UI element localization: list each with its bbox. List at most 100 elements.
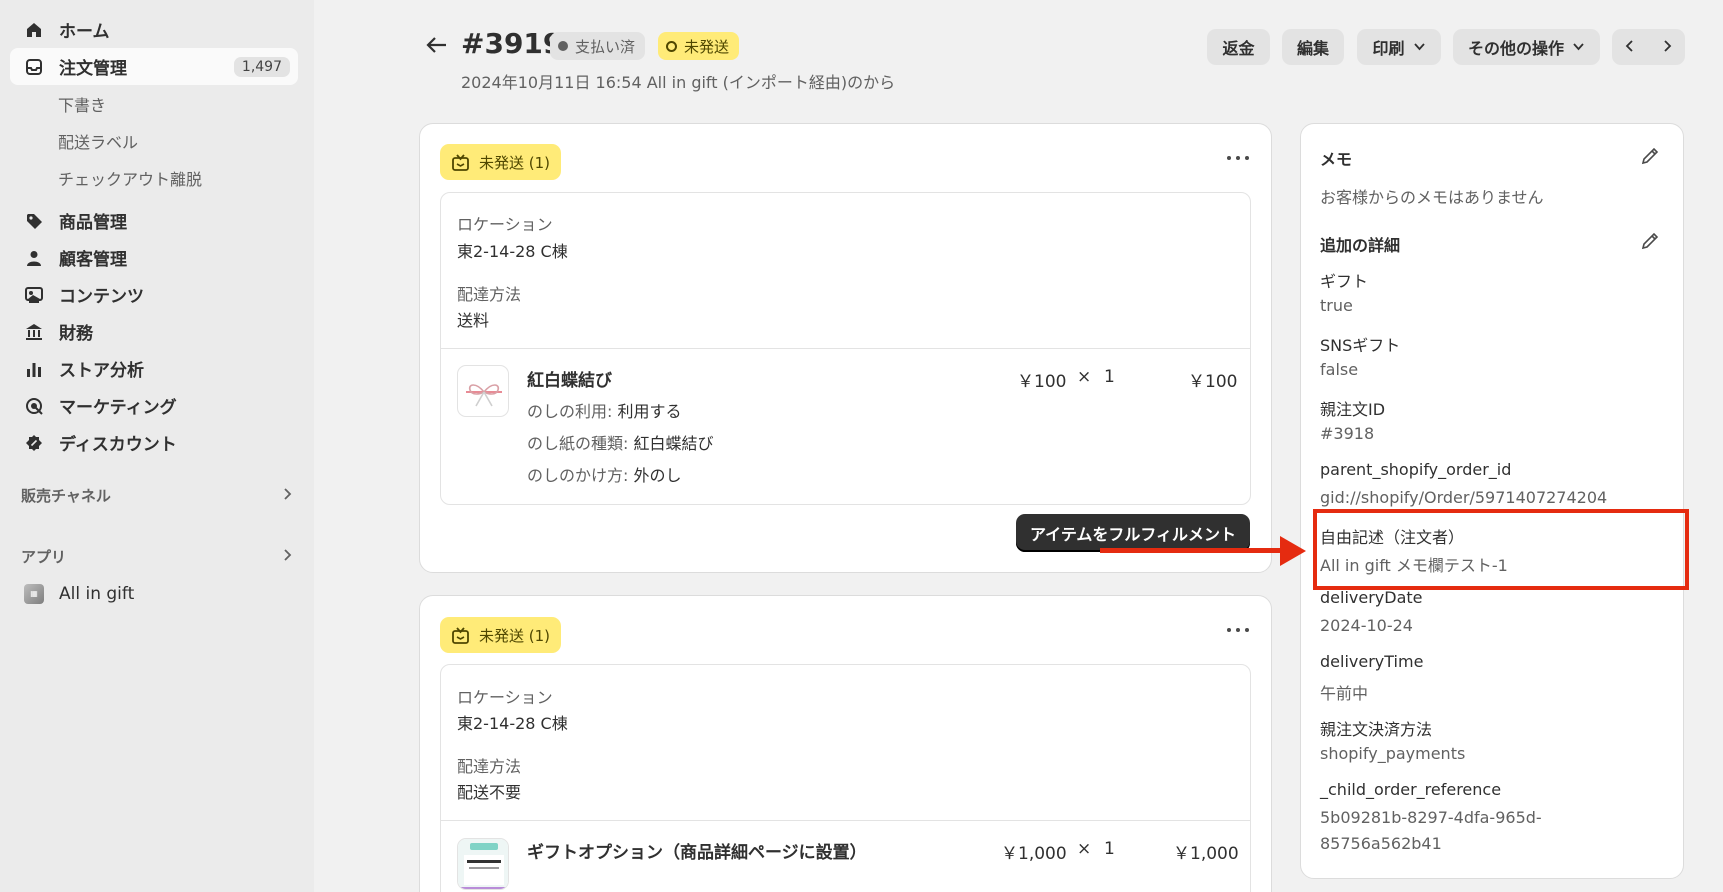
chevron-down-icon: [1572, 38, 1585, 57]
sidebar-subitem-abandoned-checkouts[interactable]: チェックアウト離脱: [10, 159, 298, 196]
times-sign: ×: [1077, 839, 1092, 859]
sidebar-item-label: 顧客管理: [59, 250, 127, 270]
detail-value: #3918: [1320, 424, 1375, 443]
discount-icon: [24, 433, 44, 453]
unfulfilled-badge: 未発送 (1): [440, 144, 562, 180]
back-arrow-icon[interactable]: [424, 32, 450, 58]
sidebar-item-content[interactable]: コンテンツ: [10, 276, 298, 313]
detail-key: parent_shopify_order_id: [1320, 460, 1512, 479]
detail-key: 親注文ID: [1320, 400, 1386, 419]
tag-icon: [24, 211, 44, 231]
property-key: のしのかけ方:: [527, 466, 634, 485]
detail-key: deliveryDate: [1320, 588, 1423, 607]
quantity: 1: [1104, 839, 1115, 859]
payment-status-label: 支払い済: [575, 37, 636, 56]
sidebar-subitem-drafts[interactable]: 下書き: [10, 85, 298, 122]
fulfillment-status-label: 未発送: [684, 37, 730, 56]
edit-notes-pencil-icon[interactable]: [1640, 146, 1660, 166]
sidebar-item-marketing[interactable]: マーケティング: [10, 387, 298, 424]
product-name[interactable]: 紅白蝶結び: [527, 366, 612, 391]
edit-details-pencil-icon[interactable]: [1640, 231, 1660, 251]
person-icon: [24, 248, 44, 268]
content-icon: [24, 285, 44, 305]
unit-price: ￥1,000: [1001, 844, 1067, 864]
detail-key: deliveryTime: [1320, 652, 1424, 671]
delivery-method-label: 配達方法: [457, 285, 522, 304]
gift-option-icon: [458, 839, 508, 889]
detail-key: SNSギフト: [1320, 336, 1401, 355]
sidebar: ホーム 注文管理 1,497 下書き 配送ラベル チェックアウト離脱 商品管理 …: [0, 0, 314, 892]
annotation-arrow: [1100, 548, 1300, 553]
notes-empty-text: お客様からのメモはありません: [1320, 188, 1544, 207]
more-options-icon[interactable]: [1227, 156, 1249, 162]
more-actions-label: その他の操作: [1467, 39, 1564, 58]
highlight-box: [1313, 509, 1689, 590]
edit-button[interactable]: 編集: [1282, 29, 1344, 65]
detail-value: 午前中: [1320, 684, 1369, 703]
property-key: のし紙の種類:: [527, 434, 634, 453]
divider: [441, 820, 1250, 821]
sidebar-item-finance[interactable]: 財務: [10, 313, 298, 350]
detail-value: false: [1320, 360, 1359, 379]
sidebar-item-customers[interactable]: 顧客管理: [10, 239, 298, 276]
more-options-icon[interactable]: [1227, 628, 1249, 634]
sidebar-item-home[interactable]: ホーム: [10, 11, 298, 48]
bar-chart-icon: [24, 359, 44, 379]
location-value: 東2-14-28 C棟: [457, 714, 568, 733]
line-total: ￥1,000: [1173, 844, 1239, 864]
next-order-icon[interactable]: [1660, 38, 1674, 57]
sidebar-item-orders[interactable]: 注文管理 1,497: [10, 48, 298, 85]
noshi-bow-icon: [466, 384, 502, 407]
detail-key: _child_order_reference: [1320, 780, 1502, 799]
sidebar-subitem-shipping-labels[interactable]: 配送ラベル: [10, 122, 298, 159]
line-total: ￥100: [1188, 372, 1238, 392]
product-thumbnail[interactable]: [457, 365, 509, 417]
detail-value-continued: 85756a562b41: [1320, 834, 1442, 853]
sidebar-item-products[interactable]: 商品管理: [10, 202, 298, 239]
refund-button[interactable]: 返金: [1207, 29, 1270, 65]
detail-value: 5b09281b-8297-4dfa-965d-: [1320, 808, 1542, 827]
detail-value: shopify_payments: [1320, 744, 1466, 763]
product-name[interactable]: ギフトオプション（商品詳細ページに設置）: [527, 838, 867, 863]
sidebar-app-all-in-gift[interactable]: ▦ All in gift: [10, 575, 298, 612]
sidebar-item-label: 財務: [59, 324, 93, 344]
bank-icon: [24, 322, 44, 342]
product-property: のし紙の種類: 紅白蝶結び: [527, 430, 714, 454]
page-title: #3919: [461, 27, 563, 60]
fulfill-items-button[interactable]: アイテムをフルフィルメント: [1016, 514, 1250, 552]
detail-value: gid://shopify/Order/5971407274204: [1320, 488, 1608, 507]
order-source-line: 2024年10月11日 16:54 All in gift (インポート経由)の…: [461, 73, 896, 92]
more-actions-button[interactable]: その他の操作: [1453, 29, 1600, 65]
times-sign: ×: [1077, 367, 1092, 387]
orders-icon: [24, 57, 44, 77]
status-ring-icon: [666, 40, 677, 52]
sidebar-item-analytics[interactable]: ストア分析: [10, 350, 298, 387]
product-thumbnail[interactable]: [457, 838, 509, 890]
fulfillment-status-badge: 未発送: [658, 32, 740, 60]
quantity: 1: [1104, 367, 1115, 387]
pager-buttons: [1612, 29, 1685, 65]
location-label: ロケーション: [457, 215, 553, 234]
package-icon: [451, 153, 470, 172]
delivery-method-label: 配達方法: [457, 757, 522, 776]
previous-order-icon[interactable]: [1623, 38, 1637, 57]
sidebar-item-label: 注文管理: [59, 59, 127, 79]
sidebar-item-discounts[interactable]: ディスカウント: [10, 424, 298, 461]
unfulfilled-badge-label: 未発送 (1): [479, 153, 551, 172]
location-value: 東2-14-28 C棟: [457, 242, 568, 261]
sidebar-apps[interactable]: アプリ: [10, 538, 298, 575]
detail-value: 2024-10-24: [1320, 616, 1413, 635]
sidebar-item-label: コンテンツ: [59, 287, 144, 307]
location-label: ロケーション: [457, 688, 553, 707]
detail-key: ギフト: [1320, 272, 1369, 291]
print-button[interactable]: 印刷: [1357, 29, 1441, 65]
sidebar-item-label: マーケティング: [59, 398, 177, 418]
app-logo-icon: ▦: [24, 583, 44, 604]
package-icon: [451, 626, 470, 645]
payment-status-badge: 支払い済: [550, 32, 646, 60]
product-property: のしのかけ方: 外のし: [527, 462, 682, 486]
sidebar-sales-channels[interactable]: 販売チャネル: [10, 477, 298, 514]
chevron-down-icon: [1413, 38, 1426, 57]
sidebar-item-label: ホーム: [59, 22, 110, 42]
property-value: 紅白蝶結び: [633, 434, 714, 453]
